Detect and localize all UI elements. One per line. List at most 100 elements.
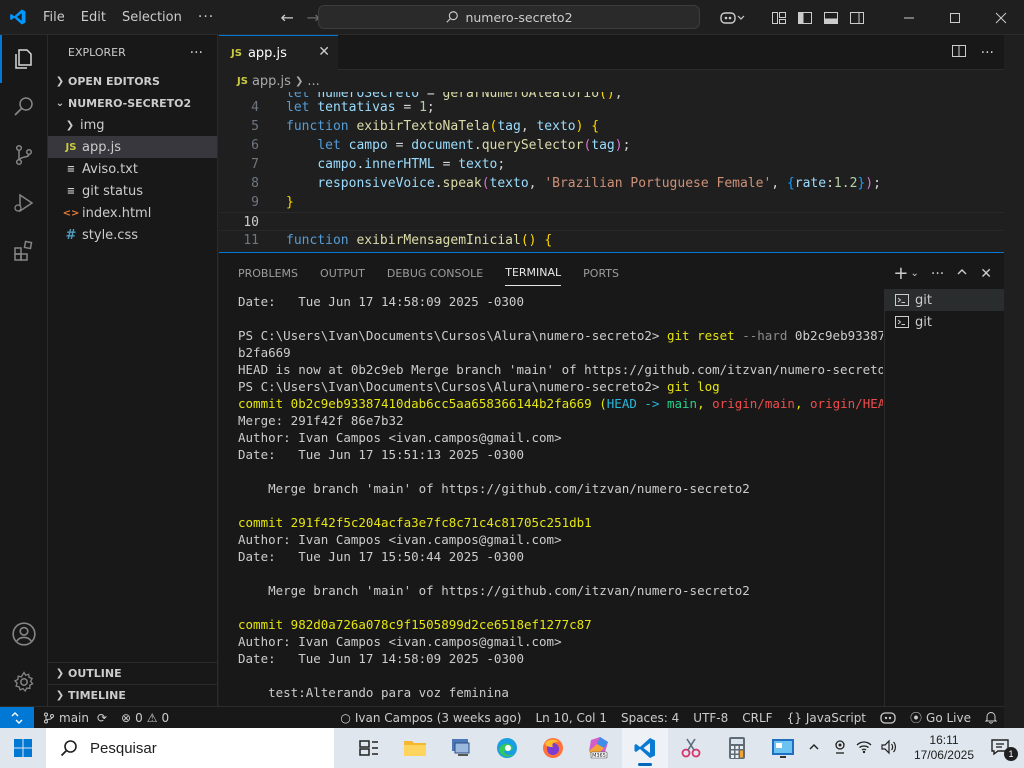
branch-name: main [59, 710, 89, 725]
terminal-commit-line: commit 982d0a726a078c9f1505899d2ce6518ef… [238, 617, 592, 632]
search-view-icon[interactable] [0, 83, 48, 131]
firefox-icon[interactable] [530, 728, 576, 768]
volume-icon[interactable] [876, 739, 902, 758]
customize-layout-icon[interactable] [766, 0, 792, 35]
tree-item-git-status[interactable]: ≡ git status [48, 180, 217, 202]
new-terminal-icon[interactable]: + [893, 263, 908, 284]
explorer-more-button[interactable]: ··· [190, 45, 203, 61]
tree-item-index-html[interactable]: <> index.html [48, 202, 217, 224]
explorer-icon[interactable] [0, 35, 48, 83]
end-of-line[interactable]: CRLF [735, 711, 779, 725]
terminal-line: Author: Ivan Campos <ivan.campos@gmail.c… [238, 532, 562, 547]
clock-time: 16:11 [929, 733, 959, 747]
wifi-icon[interactable] [852, 739, 876, 758]
terminal-output[interactable]: Date: Tue Jun 17 14:58:09 2025 -0300 PS … [238, 293, 883, 707]
terminal-instance-1[interactable]: git [885, 289, 1004, 311]
source-control-icon[interactable] [0, 131, 48, 179]
command: git log [666, 379, 720, 394]
tree-item-img[interactable]: ❯ img [48, 114, 217, 136]
close-panel-icon[interactable]: ✕ [980, 266, 992, 282]
close-window-icon[interactable] [978, 0, 1024, 35]
chevron-up-icon[interactable] [800, 741, 828, 756]
terminal-instance-2[interactable]: git [885, 311, 1004, 333]
close-tab-icon[interactable]: ✕ [318, 44, 330, 60]
tree-item-aviso-txt[interactable]: ≡ Aviso.txt [48, 158, 217, 180]
terminal-icon [895, 294, 909, 306]
m365-icon[interactable]: M365 [576, 728, 622, 768]
sync-icon[interactable]: ⟳ [97, 711, 107, 725]
language-mode[interactable]: {} JavaScript [780, 711, 873, 725]
tree-item-style-css[interactable]: # style.css [48, 224, 217, 246]
accounts-icon[interactable] [0, 610, 48, 658]
copilot-icon[interactable] [712, 0, 752, 35]
calculator-icon[interactable] [714, 728, 760, 768]
maximize-icon[interactable] [932, 0, 978, 35]
encoding[interactable]: UTF-8 [686, 711, 735, 725]
code-line: 4 let tentativas = 1; [251, 100, 435, 115]
breadcrumb-symbol[interactable]: ... [307, 74, 319, 89]
terminal-line-command: PS C:\Users\Ivan\Documents\Cursos\Alura\… [238, 327, 883, 344]
maximize-panel-icon[interactable] [956, 266, 968, 282]
tab-debug-console[interactable]: DEBUG CONSOLE [387, 261, 483, 286]
git-blame-status[interactable]: ○ Ivan Campos (3 weeks ago) [333, 711, 528, 725]
svg-text:M365: M365 [592, 753, 606, 759]
cursor-position[interactable]: Ln 10, Col 1 [528, 711, 614, 725]
terminal-line: Author: Ivan Campos <ivan.campos@gmail.c… [238, 430, 562, 445]
back-arrow-icon[interactable]: ← [274, 8, 300, 27]
tab-ports[interactable]: PORTS [583, 261, 619, 286]
tab-problems[interactable]: PROBLEMS [238, 261, 298, 286]
menu-selection[interactable]: Selection [114, 10, 190, 25]
menu-file[interactable]: File [35, 10, 73, 25]
clock-date: 17/06/2025 [913, 748, 974, 762]
timeline-section[interactable]: ❯ TIMELINE [48, 684, 218, 706]
tab-app-js[interactable]: JS app.js ✕ [219, 35, 338, 70]
menu-edit[interactable]: Edit [73, 10, 114, 25]
menu-more-button[interactable]: ··· [190, 9, 222, 25]
remote-indicator-icon[interactable] [0, 706, 34, 729]
problems-status[interactable]: ⊗ 0 ⚠ 0 [114, 711, 176, 725]
extensions-icon[interactable] [0, 227, 48, 275]
branch-status[interactable]: main ⟳ [36, 711, 114, 725]
title-right-actions [712, 0, 870, 35]
toggle-secondary-sidebar-icon[interactable] [844, 0, 870, 35]
terminal-line: Merge branch 'main' of https://github.co… [238, 481, 750, 496]
task-view-icon[interactable] [346, 728, 392, 768]
edge-browser-icon[interactable] [484, 728, 530, 768]
tree-item-app-js[interactable]: JS app.js [48, 136, 217, 158]
minimize-icon[interactable] [886, 0, 932, 35]
folder-section[interactable]: ⌄ NUMERO-SECRETO2 [48, 92, 217, 114]
breadcrumb-file[interactable]: app.js [252, 74, 291, 89]
camera-mic-icon[interactable] [828, 739, 852, 758]
vscode-logo-icon [0, 0, 35, 35]
toggle-primary-sidebar-icon[interactable] [792, 0, 818, 35]
tab-output[interactable]: OUTPUT [320, 261, 365, 286]
snipping-tool-icon[interactable] [668, 728, 714, 768]
split-editor-icon[interactable] [951, 43, 967, 63]
notification-center-icon[interactable]: 1 [990, 738, 1018, 761]
run-debug-icon[interactable] [0, 179, 48, 227]
tab-terminal[interactable]: TERMINAL [505, 260, 562, 286]
go-live-button[interactable]: ⦿ Go Live [903, 709, 978, 726]
open-editors-section[interactable]: ❯ OPEN EDITORS [48, 70, 217, 92]
file-explorer-icon[interactable] [392, 728, 438, 768]
outline-section[interactable]: ❯ OUTLINE [48, 662, 218, 684]
indentation[interactable]: Spaces: 4 [614, 711, 686, 725]
remote-desktop-icon[interactable] [438, 728, 484, 768]
vscode-taskbar-icon[interactable] [622, 728, 668, 768]
code-editor[interactable]: let numeroSecreto = gerarNumeroAleatorio… [219, 92, 1004, 252]
settings-gear-icon[interactable] [0, 658, 48, 706]
chevron-down-icon[interactable]: ⌄ [911, 268, 919, 279]
taskbar-search-box[interactable]: Pesquisar [46, 728, 334, 768]
copilot-status-icon[interactable] [873, 711, 903, 724]
notifications-bell-icon[interactable] [978, 711, 1004, 724]
language-label: JavaScript [805, 710, 867, 725]
toggle-panel-icon[interactable] [818, 0, 844, 35]
editor-more-icon[interactable]: ··· [981, 45, 994, 61]
notification-badge: 1 [1004, 746, 1018, 761]
panel-more-icon[interactable]: ··· [931, 266, 944, 282]
taskbar-clock[interactable]: 16:11 17/06/2025 [914, 733, 974, 763]
command-center-search[interactable]: numero-secreto2 [318, 5, 700, 29]
windows-start-icon[interactable] [0, 728, 46, 768]
